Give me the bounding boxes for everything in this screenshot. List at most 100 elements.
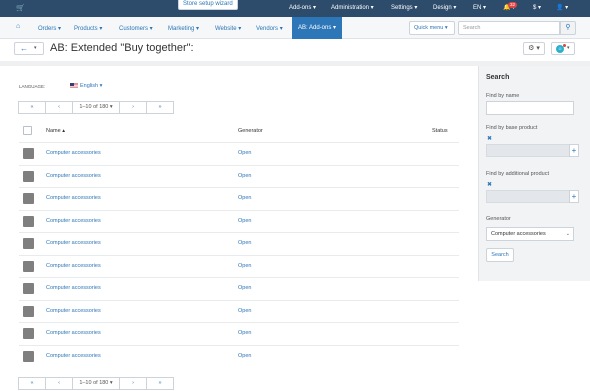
- store-setup-wizard[interactable]: Store setup wizard: [178, 0, 238, 10]
- sidebar-title: Search: [486, 74, 510, 81]
- row-name-link[interactable]: Computer accessories: [46, 285, 101, 291]
- generator-select[interactable]: Computer accessories ⌄: [486, 227, 574, 241]
- menu-settings[interactable]: Settings ▾: [391, 4, 417, 11]
- row-name-link[interactable]: Computer accessories: [46, 218, 101, 224]
- us-flag-icon: [70, 83, 78, 88]
- cart-icon[interactable]: 🛒: [16, 4, 25, 12]
- product-thumbnail: [23, 148, 34, 159]
- table-row: Computer accessories Open: [19, 187, 459, 209]
- nav-website[interactable]: Website ▾: [215, 25, 241, 32]
- find-by-name-input[interactable]: [486, 101, 574, 115]
- menu-design[interactable]: Design ▾: [433, 4, 456, 11]
- generator-label: Generator: [486, 216, 511, 222]
- row-generator-link[interactable]: Open: [238, 195, 251, 201]
- row-generator-link[interactable]: Open: [238, 173, 251, 179]
- column-header-generator: Generator: [238, 128, 263, 134]
- language-label: Language:: [19, 84, 46, 89]
- row-generator-link[interactable]: Open: [238, 240, 251, 246]
- user-icon[interactable]: 👤 ▾: [556, 4, 568, 11]
- row-generator-link[interactable]: Open: [238, 218, 251, 224]
- search-icon[interactable]: ⚲: [560, 21, 576, 35]
- row-name-link[interactable]: Computer accessories: [46, 240, 101, 246]
- column-header-status: Status: [432, 128, 448, 134]
- nav-customers[interactable]: Customers ▾: [119, 25, 153, 32]
- product-thumbnail: [23, 193, 34, 204]
- find-by-additional-label: Find by additional product: [486, 171, 549, 177]
- home-icon[interactable]: ⌂: [16, 23, 20, 30]
- row-generator-link[interactable]: Open: [238, 308, 251, 314]
- row-generator-link[interactable]: Open: [238, 150, 251, 156]
- product-thumbnail: [23, 328, 34, 339]
- nav-vendors[interactable]: Vendors ▾: [256, 25, 283, 32]
- table-row: Computer accessories Open: [19, 232, 459, 254]
- table-row: Computer accessories Open: [19, 299, 459, 322]
- select-all-checkbox[interactable]: [23, 126, 32, 135]
- row-name-link[interactable]: Computer accessories: [46, 263, 101, 269]
- product-thumbnail: [23, 305, 34, 317]
- clear-icon[interactable]: ✖: [487, 135, 492, 142]
- page-next-button[interactable]: ›: [119, 101, 147, 114]
- page-range-select[interactable]: 1–10 of 180 ▾: [72, 377, 120, 390]
- table-row: Computer accessories Open: [19, 209, 459, 232]
- page-last-button[interactable]: »: [146, 377, 174, 390]
- table-row: Computer accessories Open: [19, 254, 459, 277]
- row-name-link[interactable]: Computer accessories: [46, 173, 101, 179]
- nav-marketing[interactable]: Marketing ▾: [168, 25, 199, 32]
- arrow-left-icon: ←: [20, 44, 28, 53]
- table-row: Computer accessories Open: [19, 344, 459, 367]
- gear-icon[interactable]: ⚙ ▾: [523, 42, 545, 55]
- menu-currency[interactable]: $ ▾: [533, 4, 541, 11]
- row-name-link[interactable]: Computer accessories: [46, 330, 101, 336]
- clear-icon[interactable]: ✖: [487, 181, 492, 188]
- top-bar: 🛒 Add-ons ▾ Administration ▾ Settings ▾ …: [0, 0, 590, 17]
- row-name-link[interactable]: Computer accessories: [46, 150, 101, 156]
- chevron-down-icon: ⌄: [565, 231, 570, 237]
- language-selector[interactable]: English ▾: [70, 83, 102, 89]
- menu-administration[interactable]: Administration ▾: [331, 4, 374, 11]
- row-name-link[interactable]: Computer accessories: [46, 308, 101, 314]
- notifications-badge: 32: [508, 2, 518, 8]
- find-by-name-label: Find by name: [486, 93, 520, 99]
- find-by-base-label: Find by base product: [486, 125, 538, 131]
- avatar-button[interactable]: ☺ ▾: [551, 42, 575, 55]
- product-thumbnail: [23, 170, 34, 182]
- search-sidebar: Search Find by name Find by base product…: [478, 66, 590, 281]
- chevron-down-icon: ▾: [34, 45, 37, 51]
- back-button[interactable]: ← ▾: [14, 42, 44, 55]
- page-next-button[interactable]: ›: [119, 377, 147, 390]
- search-button[interactable]: Search: [486, 248, 514, 262]
- table-row: Computer accessories Open: [19, 142, 459, 164]
- table-row: Computer accessories Open: [19, 322, 459, 344]
- global-search-input[interactable]: Search: [458, 21, 560, 35]
- add-additional-product-button[interactable]: +: [569, 190, 579, 203]
- menu-language[interactable]: EN ▾: [473, 4, 486, 11]
- row-generator-link[interactable]: Open: [238, 330, 251, 336]
- add-base-product-button[interactable]: +: [569, 144, 579, 157]
- row-generator-link[interactable]: Open: [238, 353, 251, 359]
- row-name-link[interactable]: Computer accessories: [46, 353, 101, 359]
- nav-orders[interactable]: Orders ▾: [38, 25, 61, 32]
- column-header-name[interactable]: Name ▴: [46, 128, 65, 134]
- row-generator-link[interactable]: Open: [238, 285, 251, 291]
- page-first-button[interactable]: «: [18, 101, 46, 114]
- nav-products[interactable]: Products ▾: [74, 25, 102, 32]
- product-thumbnail: [23, 215, 34, 227]
- page-prev-button[interactable]: ‹: [45, 101, 73, 114]
- product-thumbnail: [23, 350, 34, 362]
- page-first-button[interactable]: «: [18, 377, 46, 390]
- page-prev-button[interactable]: ‹: [45, 377, 73, 390]
- quick-menu-button[interactable]: Quick menu ▾: [409, 21, 455, 35]
- nav-ab-addons[interactable]: AB: Add-ons ▾: [292, 17, 343, 39]
- row-name-link[interactable]: Computer accessories: [46, 195, 101, 201]
- pagination-top: « ‹ 1–10 of 180 ▾ › »: [18, 101, 174, 114]
- page-range-select[interactable]: 1–10 of 180 ▾: [72, 101, 120, 114]
- chevron-down-icon: ▾: [567, 45, 570, 51]
- page-last-button[interactable]: »: [146, 101, 174, 114]
- base-product-picker: [486, 144, 570, 157]
- table-row: Computer accessories Open: [19, 164, 459, 187]
- pagination-bottom: « ‹ 1–10 of 180 ▾ › »: [18, 377, 174, 390]
- page-title: AB: Extended "Buy together":: [50, 42, 194, 54]
- row-generator-link[interactable]: Open: [238, 263, 251, 269]
- additional-product-picker: [486, 190, 570, 203]
- menu-addons[interactable]: Add-ons ▾: [289, 4, 316, 11]
